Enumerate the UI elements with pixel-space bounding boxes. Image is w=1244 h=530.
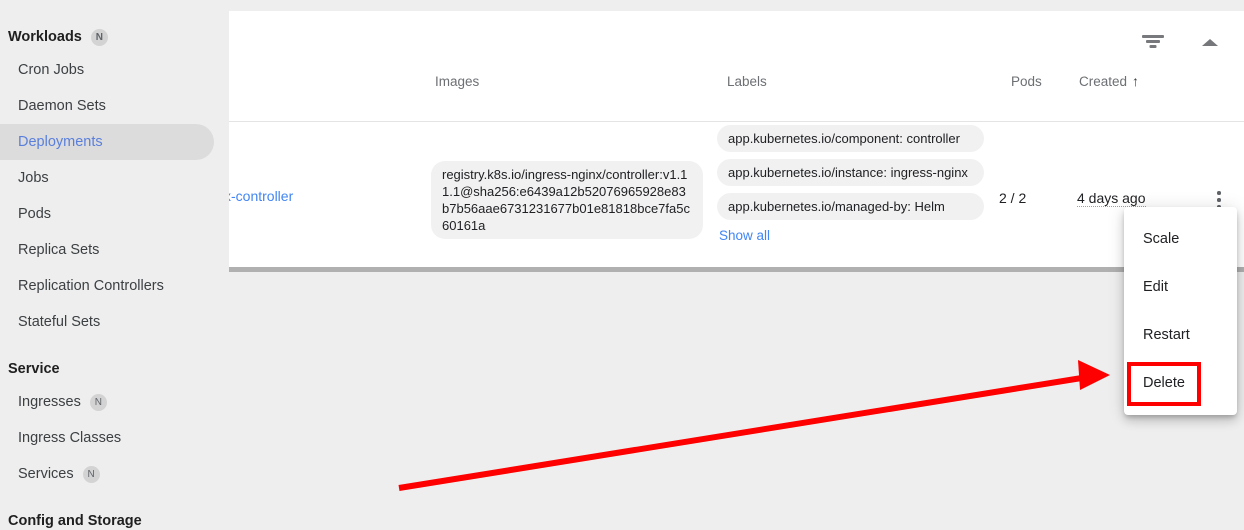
labels-cell: app.kubernetes.io/component: controller … (717, 125, 1002, 245)
column-header-created[interactable]: Created ↑ (1079, 71, 1199, 103)
menu-item-edit[interactable]: Edit (1124, 263, 1237, 311)
sidebar-item-stateful-sets[interactable]: Stateful Sets (0, 304, 214, 340)
column-header-created-label: Created (1079, 74, 1128, 89)
sidebar-item-replication-controllers[interactable]: Replication Controllers (0, 268, 214, 304)
sidebar-item-replica-sets[interactable]: Replica Sets (0, 232, 214, 268)
deployments-table-card: Images Labels Pods Created ↑ x-controlle… (229, 11, 1244, 268)
column-header-images-label: Images (435, 74, 480, 89)
sidebar-section-label: Config and Storage (8, 513, 142, 529)
sidebar-section-label: Service (8, 361, 60, 377)
sidebar-item-label: Cron Jobs (18, 62, 85, 78)
column-header-name[interactable] (231, 71, 433, 103)
filter-bar-middle (1146, 40, 1160, 43)
column-header-actions (1201, 71, 1244, 103)
sidebar-section-service: Service (0, 354, 229, 384)
sidebar-item-label: Daemon Sets (18, 98, 106, 114)
show-all-labels-link[interactable]: Show all (717, 228, 770, 243)
images-cell: registry.k8s.io/ingress-nginx/controller… (431, 161, 721, 239)
sidebar-item-label: Replication Controllers (18, 278, 164, 294)
annotation-arrow-shaft (398, 374, 1089, 491)
menu-item-label: Edit (1143, 279, 1168, 295)
sidebar-item-ingresses[interactable]: Ingresses N (0, 384, 214, 420)
image-chip: registry.k8s.io/ingress-nginx/controller… (431, 161, 703, 239)
app-root: Workloads N Cron Jobs Daemon Sets Deploy… (0, 0, 1244, 530)
sort-ascending-icon: ↑ (1132, 73, 1140, 89)
created-timestamp: 4 days ago (1077, 190, 1146, 207)
sidebar-item-pods[interactable]: Pods (0, 196, 214, 232)
menu-item-label: Restart (1143, 327, 1190, 343)
sidebar-item-label: Pods (18, 206, 52, 222)
sidebar-item-ingress-classes[interactable]: Ingress Classes (0, 420, 214, 456)
sidebar-item-label: Ingresses (18, 394, 81, 410)
filter-bar-top (1142, 35, 1164, 38)
sidebar-item-label: Services (18, 466, 74, 482)
sidebar-item-label: Deployments (18, 134, 103, 150)
filter-list-icon[interactable] (1138, 29, 1168, 55)
row-context-menu: Scale Edit Restart Delete (1124, 207, 1237, 415)
namespace-badge: N (90, 28, 108, 46)
menu-item-label: Scale (1143, 231, 1180, 247)
sidebar-navigation: Workloads N Cron Jobs Daemon Sets Deploy… (0, 0, 229, 530)
more-dot-middle (1217, 198, 1221, 202)
namespace-badge: N (82, 465, 100, 483)
sidebar-section-workloads: Workloads N (0, 22, 229, 52)
column-header-images[interactable]: Images (435, 71, 725, 103)
table-header: Images Labels Pods Created ↑ (231, 71, 1244, 103)
table-row: x-controller registry.k8s.io/ingress-ngi… (229, 122, 1244, 268)
menu-item-delete[interactable]: Delete (1124, 359, 1237, 407)
menu-item-label: Delete (1143, 375, 1185, 391)
column-header-labels-label: Labels (727, 74, 767, 89)
sidebar-section-label: Workloads (8, 29, 82, 45)
label-chip: app.kubernetes.io/instance: ingress-ngin… (717, 159, 984, 186)
annotation-arrow-head (1078, 360, 1110, 390)
sidebar-item-services[interactable]: Services N (0, 456, 214, 492)
sidebar-item-label: Jobs (18, 170, 49, 186)
column-header-pods-label: Pods (1011, 74, 1042, 89)
table-header-row: Images Labels Pods Created ↑ (231, 71, 1244, 103)
horizontal-scrollbar[interactable] (229, 267, 1244, 272)
horizontal-scrollbar-thumb[interactable] (229, 267, 1244, 272)
sidebar-item-label: Stateful Sets (18, 314, 101, 330)
menu-item-restart[interactable]: Restart (1124, 311, 1237, 359)
namespace-badge: N (89, 393, 107, 411)
label-chip: app.kubernetes.io/component: controller (717, 125, 984, 152)
more-dot-top (1217, 191, 1221, 195)
sidebar-item-label: Ingress Classes (18, 430, 122, 446)
column-header-labels[interactable]: Labels (727, 71, 1009, 103)
pods-count: 2 / 2 (999, 190, 1027, 206)
deployments-table: Images Labels Pods Created ↑ (229, 69, 1244, 105)
table-toolbar (229, 11, 1244, 69)
sidebar-section-config-and-storage: Config and Storage (0, 506, 229, 530)
sidebar-item-cron-jobs[interactable]: Cron Jobs (0, 52, 214, 88)
deployment-name-link[interactable]: x-controller (229, 188, 429, 204)
sidebar-item-label: Replica Sets (18, 242, 100, 258)
sidebar-item-daemon-sets[interactable]: Daemon Sets (0, 88, 214, 124)
column-header-pods[interactable]: Pods (1011, 71, 1077, 103)
sidebar-item-deployments[interactable]: Deployments (0, 124, 214, 160)
filter-bar-bottom (1149, 45, 1157, 48)
chevron-up-glyph (1202, 39, 1218, 46)
menu-item-scale[interactable]: Scale (1124, 215, 1237, 263)
collapse-up-icon[interactable] (1200, 33, 1222, 51)
label-chip: app.kubernetes.io/managed-by: Helm (717, 193, 984, 220)
sidebar-item-jobs[interactable]: Jobs (0, 160, 214, 196)
